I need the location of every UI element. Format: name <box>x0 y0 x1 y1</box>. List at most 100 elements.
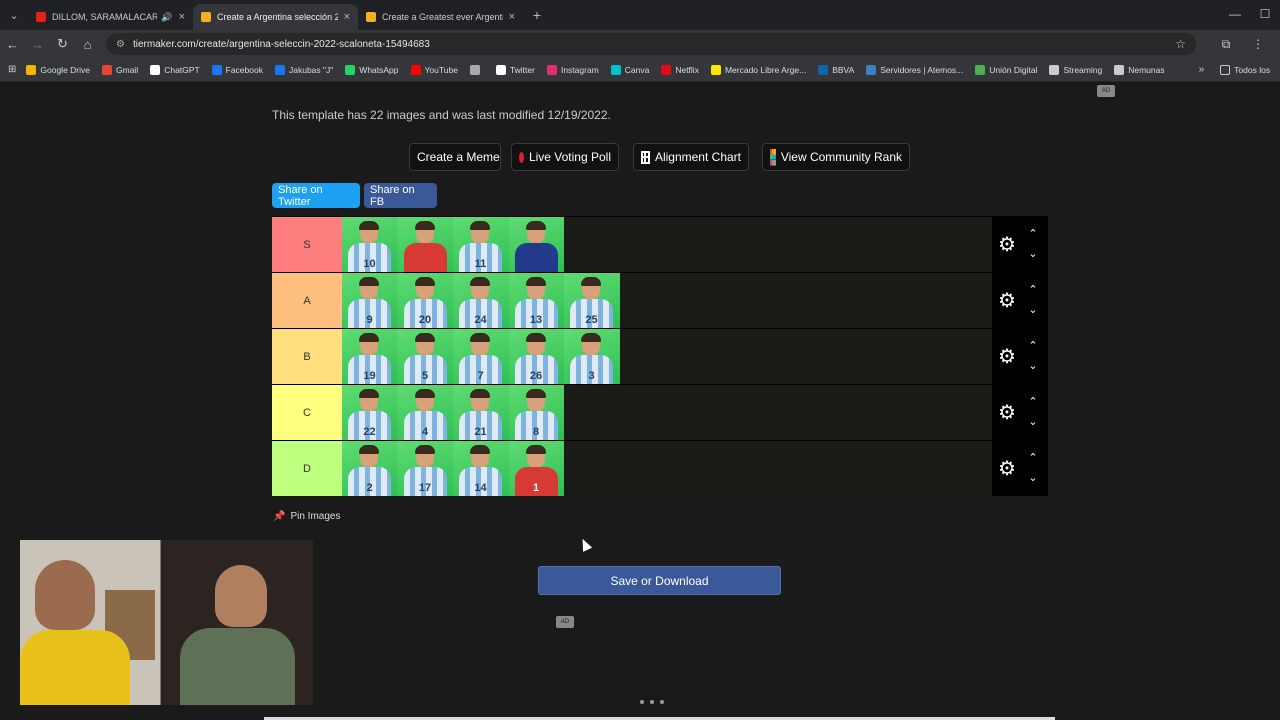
share-facebook-button[interactable]: Share on FB <box>364 183 437 208</box>
tabs: DILLOM, SARAMALACARA 🔊 × Create a Argentina… <box>28 0 523 30</box>
player-card[interactable]: 17 <box>397 441 453 496</box>
player-card[interactable]: 4 <box>397 385 453 440</box>
bookmark-item[interactable]: YouTube <box>410 64 458 75</box>
back-icon[interactable]: ← <box>0 37 25 52</box>
bookmark-item[interactable]: Nemunas <box>1114 64 1165 75</box>
reload-icon[interactable]: ↻ <box>50 36 75 52</box>
player-card[interactable] <box>397 217 453 272</box>
save-download-button[interactable]: Save or Download <box>538 566 781 595</box>
player-card[interactable]: 10 <box>342 217 398 272</box>
apps-grid-icon[interactable]: ⊞ <box>8 64 16 75</box>
player-card[interactable]: 2 <box>342 441 398 496</box>
bookmark-item[interactable]: Twitter <box>495 64 535 75</box>
bookmark-item[interactable]: Google Drive <box>26 64 90 75</box>
move-tier-down-icon[interactable]: ⌄ <box>1025 248 1041 260</box>
bookmark-item[interactable] <box>469 64 484 75</box>
create-meme-button[interactable]: Create a Meme <box>409 143 501 171</box>
player-card[interactable]: 25 <box>564 273 620 328</box>
live-voting-poll-button[interactable]: Live Voting Poll <box>511 143 619 171</box>
tab-close-icon[interactable]: × <box>179 11 185 23</box>
player-card[interactable]: 5 <box>397 329 453 384</box>
player-card[interactable]: 19 <box>342 329 398 384</box>
browser-tab[interactable]: Create a Argentina selección 20 × <box>193 4 358 30</box>
bookmark-item[interactable]: Canva <box>610 64 649 75</box>
move-tier-down-icon[interactable]: ⌄ <box>1025 472 1041 484</box>
pin-images-toggle[interactable]: 📌 Pin Images <box>273 511 340 522</box>
bookmark-item[interactable]: Servidores | Atemos... <box>866 64 963 75</box>
bookmark-item[interactable]: Unión Digital <box>975 64 1037 75</box>
tab-close-icon[interactable]: × <box>509 11 515 23</box>
player-card[interactable] <box>508 217 564 272</box>
bookmark-item[interactable]: Gmail <box>102 64 139 75</box>
bookmark-item[interactable]: Facebook <box>211 64 263 75</box>
player-hair <box>525 277 546 286</box>
tier-label[interactable]: B <box>272 329 342 384</box>
move-tier-down-icon[interactable]: ⌄ <box>1025 360 1041 372</box>
player-card[interactable]: 3 <box>564 329 620 384</box>
player-card[interactable]: 20 <box>397 273 453 328</box>
bookmark-item[interactable]: Netflix <box>661 64 699 75</box>
bookmark-star-icon[interactable]: ☆ <box>1175 37 1186 51</box>
move-tier-up-icon[interactable]: ⌃ <box>1025 228 1041 240</box>
tier-settings-gear-icon[interactable]: ⚙ <box>996 290 1018 312</box>
tier-settings-gear-icon[interactable]: ⚙ <box>996 402 1018 424</box>
bookmark-item[interactable]: Jakubas "J" <box>274 64 333 75</box>
move-tier-up-icon[interactable]: ⌃ <box>1025 396 1041 408</box>
extensions-icon[interactable]: ⧉ <box>1210 37 1242 52</box>
bookmark-label: ChatGPT <box>164 64 200 75</box>
browser-tab[interactable]: DILLOM, SARAMALACARA 🔊 × <box>28 4 193 30</box>
move-tier-up-icon[interactable]: ⌃ <box>1025 340 1041 352</box>
player-card[interactable]: 24 <box>453 273 509 328</box>
bookmark-item[interactable]: Instagram <box>546 64 599 75</box>
bookmark-item[interactable]: WhatsApp <box>345 64 399 75</box>
tab-close-icon[interactable]: × <box>344 11 350 23</box>
move-tier-up-icon[interactable]: ⌃ <box>1025 284 1041 296</box>
move-tier-down-icon[interactable]: ⌄ <box>1025 416 1041 428</box>
view-community-rank-button[interactable]: View Community Rank <box>762 143 910 171</box>
menu-icon[interactable]: ⋮ <box>1242 37 1274 52</box>
site-info-icon[interactable]: ⚙ <box>116 39 125 50</box>
bookmark-item[interactable]: Mercado Libre Arge... <box>710 64 807 75</box>
forward-icon[interactable]: → <box>25 37 50 52</box>
share-twitter-button[interactable]: Share on Twitter <box>272 183 360 208</box>
player-hair <box>359 277 379 286</box>
bookmark-label: Mercado Libre Arge... <box>724 64 807 75</box>
more-bookmarks-icon[interactable]: » <box>1199 64 1205 75</box>
tier-label[interactable]: A <box>272 273 342 328</box>
player-card[interactable]: 22 <box>342 385 398 440</box>
tier-label[interactable]: S <box>272 217 342 272</box>
player-card[interactable]: 21 <box>453 385 509 440</box>
ad-badge[interactable]: AD <box>1097 85 1115 97</box>
player-card[interactable]: 1 <box>508 441 564 496</box>
bookmark-item[interactable]: ChatGPT <box>150 64 200 75</box>
tier-items: 10 11 <box>342 217 564 272</box>
player-card[interactable]: 11 <box>453 217 509 272</box>
player-card[interactable]: 14 <box>453 441 509 496</box>
player-card[interactable]: 7 <box>453 329 509 384</box>
player-card[interactable]: 26 <box>508 329 564 384</box>
player-card[interactable]: 9 <box>342 273 398 328</box>
new-tab-icon[interactable]: + <box>527 7 547 23</box>
bookmark-label: Gmail <box>116 64 139 75</box>
minimize-icon[interactable]: — <box>1220 0 1250 30</box>
tier-label[interactable]: D <box>272 441 342 496</box>
move-tier-down-icon[interactable]: ⌄ <box>1025 304 1041 316</box>
bookmark-folder-all[interactable]: Todos los <box>1220 64 1270 75</box>
player-card[interactable]: 13 <box>508 273 564 328</box>
move-tier-up-icon[interactable]: ⌃ <box>1025 452 1041 464</box>
tier-settings-gear-icon[interactable]: ⚙ <box>996 234 1018 256</box>
tier-settings-gear-icon[interactable]: ⚙ <box>996 346 1018 368</box>
alignment-chart-button[interactable]: Alignment Chart <box>633 143 749 171</box>
tab-search-icon[interactable]: ⌄ <box>0 0 28 30</box>
player-card[interactable]: 8 <box>508 385 564 440</box>
tab-audio-icon[interactable]: 🔊 <box>161 12 172 23</box>
bookmark-item[interactable]: Streaming <box>1049 64 1102 75</box>
home-icon[interactable]: ⌂ <box>75 37 100 52</box>
maximize-icon[interactable]: ☐ <box>1250 0 1280 30</box>
bookmark-item[interactable]: BBVA <box>818 64 854 75</box>
ad-badge-bottom[interactable]: AD <box>556 616 574 628</box>
address-bar[interactable]: ⚙ tiermaker.com/create/argentina-selecci… <box>106 33 1196 55</box>
browser-tab[interactable]: Create a Greatest ever Argentin × <box>358 4 523 30</box>
tier-settings-gear-icon[interactable]: ⚙ <box>996 458 1018 480</box>
tier-label[interactable]: C <box>272 385 342 440</box>
